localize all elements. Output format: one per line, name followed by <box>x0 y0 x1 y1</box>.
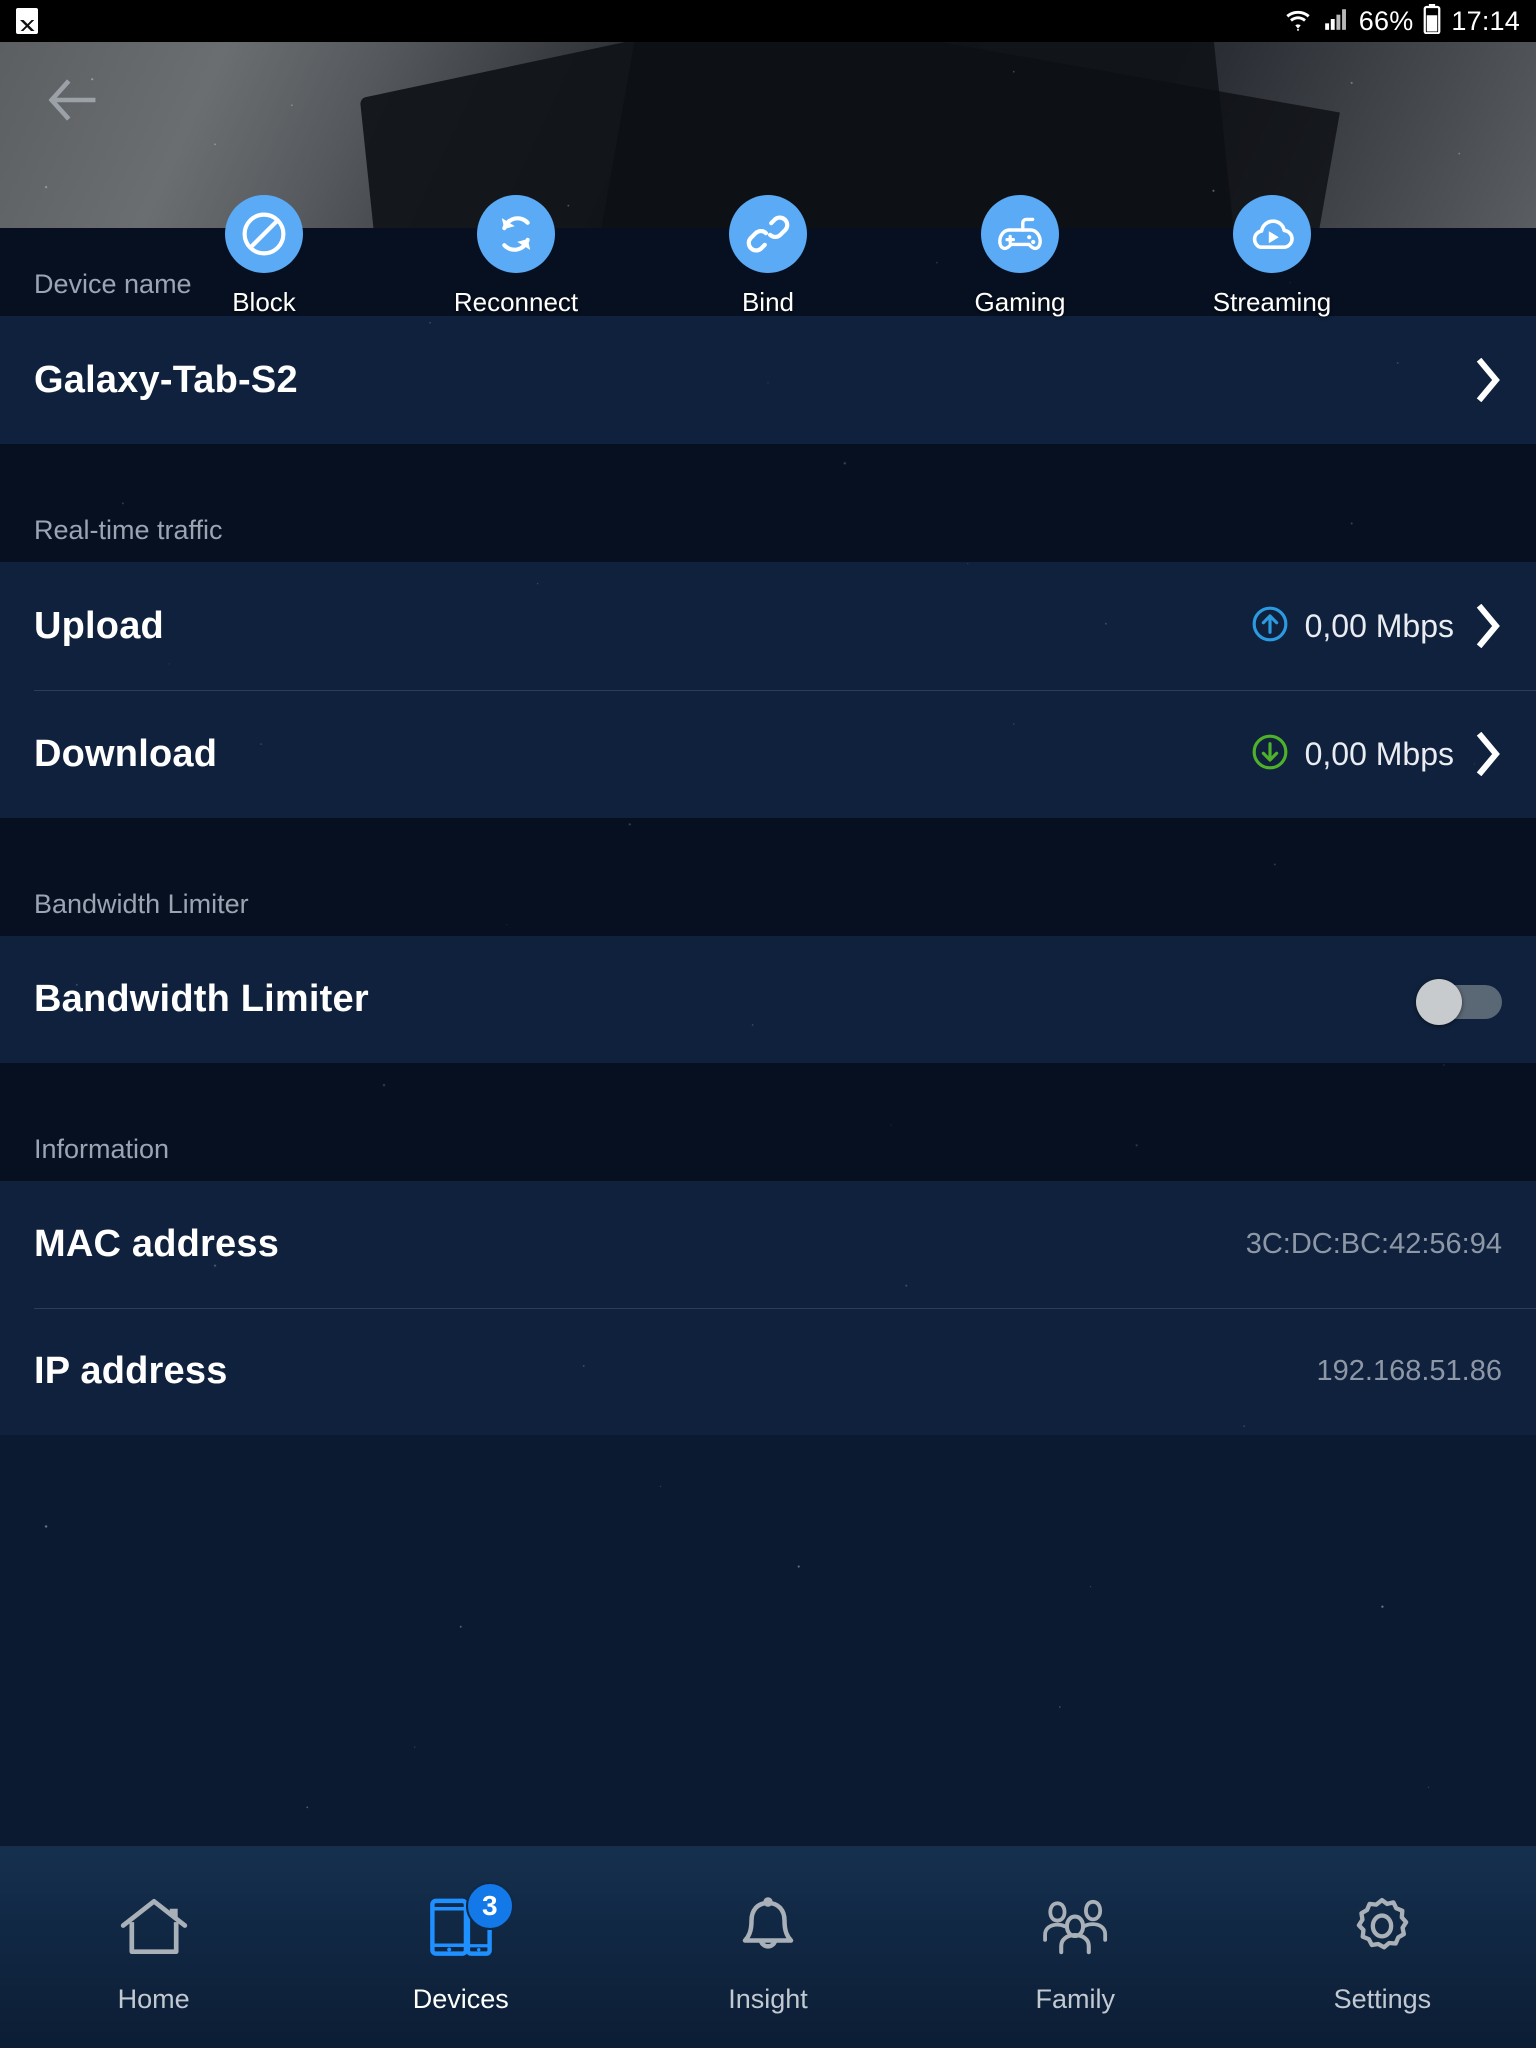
nav-item-devices[interactable]: 3 Devices <box>307 1847 614 2048</box>
row-device-name[interactable]: Galaxy-Tab-S2 <box>0 316 1536 444</box>
wifi-icon <box>1283 5 1313 38</box>
nav-label: Home <box>117 1984 190 2014</box>
chevron-right-icon <box>1476 604 1502 648</box>
chevron-right-icon <box>1476 358 1502 402</box>
chevron-right-icon <box>1476 732 1502 776</box>
settings-list: Device name Galaxy-Tab-S2 Real-time traf… <box>0 228 1536 1846</box>
ip-address-label: IP address <box>34 1350 228 1392</box>
row-bandwidth-limiter[interactable]: Bandwidth Limiter <box>0 936 1536 1063</box>
devices-badge: 3 <box>465 1882 514 1930</box>
battery-percent-label: 66% <box>1358 5 1414 36</box>
ip-address-value: 192.168.51.86 <box>1316 1355 1502 1387</box>
image-icon <box>16 8 38 34</box>
upload-label: Upload <box>34 604 164 647</box>
bandwidth-limiter-label: Bandwidth Limiter <box>34 978 369 1020</box>
home-icon <box>117 1888 191 1966</box>
people-icon <box>1037 1888 1113 1966</box>
refresh-icon <box>477 195 555 273</box>
bandwidth-limiter-toggle[interactable] <box>1416 978 1502 1025</box>
action-label: Bind <box>741 287 795 317</box>
mac-address-value: 3C:DC:BC:42:56:94 <box>1245 1228 1502 1260</box>
section-header-bandwidth-limiter: Bandwidth Limiter <box>0 818 1536 936</box>
download-value: 0,00 Mbps <box>1304 735 1454 772</box>
section-header-realtime-traffic: Real-time traffic <box>0 444 1536 562</box>
download-label: Download <box>34 732 218 775</box>
nav-label: Family <box>1035 1984 1115 2014</box>
row-download[interactable]: Download 0,00 Mbps <box>0 690 1536 818</box>
nav-label: Devices <box>412 1984 509 2014</box>
action-label: Reconnect <box>453 287 579 317</box>
device-detail-screen: 66% 17:14 Block Reconnect Bind Gaming St… <box>0 0 1536 2048</box>
back-button[interactable] <box>40 70 104 134</box>
clock-label: 17:14 <box>1451 5 1520 36</box>
action-gaming[interactable]: Gaming <box>966 195 1074 318</box>
battery-icon <box>1422 3 1442 39</box>
status-bar: 66% 17:14 <box>0 0 1536 42</box>
action-label: Block <box>232 287 296 317</box>
quick-actions-bar: Block Reconnect Bind Gaming Streaming <box>0 195 1536 318</box>
action-streaming[interactable]: Streaming <box>1213 195 1331 318</box>
devices-icon: 3 <box>424 1882 514 1966</box>
row-ip-address: IP address 192.168.51.86 <box>0 1308 1536 1435</box>
action-bind[interactable]: Bind <box>714 195 822 318</box>
gear-icon <box>1346 1888 1418 1966</box>
action-label: Gaming <box>974 287 1066 317</box>
action-reconnect[interactable]: Reconnect <box>454 195 578 318</box>
mac-address-label: MAC address <box>34 1223 280 1265</box>
gamepad-icon <box>981 195 1059 273</box>
device-name-value: Galaxy-Tab-S2 <box>34 358 298 401</box>
action-block[interactable]: Block <box>210 195 318 318</box>
row-mac-address: MAC address 3C:DC:BC:42:56:94 <box>0 1181 1536 1308</box>
nav-label: Settings <box>1333 1984 1432 2014</box>
row-upload[interactable]: Upload 0,00 Mbps <box>0 562 1536 690</box>
block-icon <box>225 195 303 273</box>
link-icon <box>729 195 807 273</box>
toggle-knob <box>1416 978 1462 1025</box>
bottom-navigation: Home 3 Devices Insight Family Settings <box>0 1846 1536 2048</box>
bell-icon <box>733 1888 803 1966</box>
nav-label: Insight <box>728 1984 808 2014</box>
action-label: Streaming <box>1212 287 1332 317</box>
nav-item-home[interactable]: Home <box>0 1847 307 2048</box>
upload-arrow-icon <box>1251 605 1289 648</box>
section-header-information: Information <box>0 1063 1536 1181</box>
cellular-signal-icon <box>1322 6 1350 37</box>
nav-item-family[interactable]: Family <box>922 1847 1229 2048</box>
cloud-play-icon <box>1233 195 1311 273</box>
back-arrow-icon <box>47 78 97 127</box>
download-arrow-icon <box>1251 733 1289 776</box>
upload-value: 0,00 Mbps <box>1304 607 1454 644</box>
nav-item-insight[interactable]: Insight <box>614 1847 921 2048</box>
nav-item-settings[interactable]: Settings <box>1229 1847 1536 2048</box>
